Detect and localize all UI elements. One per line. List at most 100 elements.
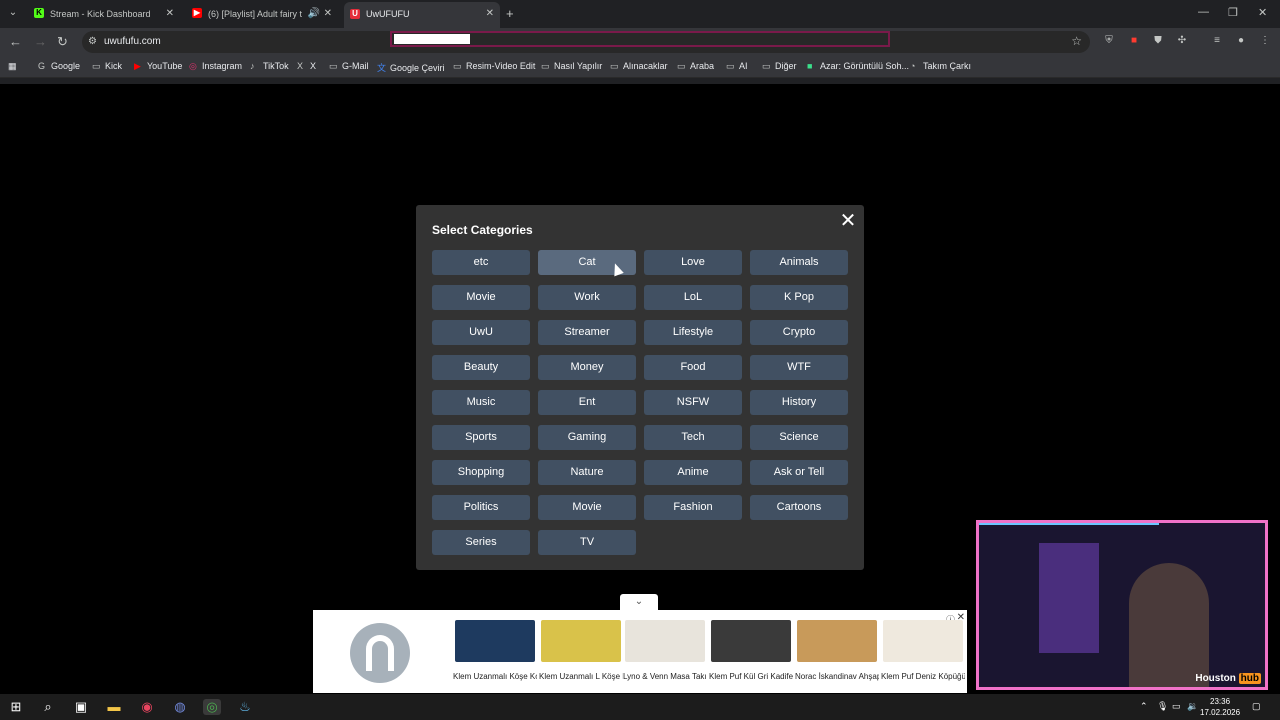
search-icon[interactable]: ⌕: [39, 699, 57, 715]
network-icon[interactable]: ▭: [1172, 701, 1181, 712]
bookmark-translate[interactable]: 文 Google Çeviri: [377, 61, 445, 74]
bookmark-youtube[interactable]: ▶ YouTube: [134, 61, 182, 72]
category-button-lifestyle[interactable]: Lifestyle: [644, 320, 742, 345]
bookmark-car[interactable]: ▭ Araba: [677, 61, 714, 72]
extension-red-icon[interactable]: ■: [1127, 34, 1141, 48]
volume-icon[interactable]: 🔉: [1187, 701, 1198, 712]
category-button-history[interactable]: History: [750, 390, 848, 415]
notification-icon[interactable]: ▢: [1252, 701, 1261, 712]
category-button-wtf[interactable]: WTF: [750, 355, 848, 380]
windows-start-icon[interactable]: ⊞: [7, 699, 25, 715]
category-button-series[interactable]: Series: [432, 530, 530, 555]
close-icon[interactable]: ✕: [166, 8, 174, 19]
category-button-tech[interactable]: Tech: [644, 425, 742, 450]
bookmark-x[interactable]: XX: [297, 61, 316, 71]
steam-icon[interactable]: ♨: [236, 699, 254, 715]
category-button-k-pop[interactable]: K Pop: [750, 285, 848, 310]
tab-youtube[interactable]: ▶ (6) [Playlist] Adult fairy tale 🔊 ✕: [186, 4, 338, 24]
task-view-icon[interactable]: ▣: [72, 699, 90, 715]
speaker-icon[interactable]: 🔊: [308, 8, 320, 19]
category-button-beauty[interactable]: Beauty: [432, 355, 530, 380]
back-icon[interactable]: ←: [9, 34, 22, 49]
product-name[interactable]: Klem Puf Kül Gri Kadife - M...: [709, 672, 793, 682]
window-close-icon[interactable]: ✕: [1258, 6, 1267, 19]
product-image[interactable]: [883, 620, 963, 662]
product-name[interactable]: Klem Puf Deniz Köpüğü Bukle...: [881, 672, 965, 682]
category-button-nature[interactable]: Nature: [538, 460, 636, 485]
advertiser-logo[interactable]: [350, 623, 410, 683]
bookmark-team-wheel[interactable]: ◔ Takım Çarkı: [910, 61, 971, 71]
bookmark-other[interactable]: ▭ Diğer: [762, 61, 797, 72]
category-button-uwu[interactable]: UwU: [432, 320, 530, 345]
clock[interactable]: 23:36 17.02.2026: [1200, 696, 1240, 718]
category-button-ent[interactable]: Ent: [538, 390, 636, 415]
product-image[interactable]: [625, 620, 705, 662]
bookmark-howto[interactable]: ▭ Nasıl Yapılır: [541, 61, 602, 72]
bookmark-shopping[interactable]: ▭ Alınacaklar: [610, 61, 668, 72]
product-name[interactable]: Norac İskandinav Ahşap Sifo...: [795, 672, 879, 682]
microphone-icon[interactable]: 🎙: [1157, 701, 1168, 712]
close-icon[interactable]: ✕: [486, 8, 494, 19]
category-button-money[interactable]: Money: [538, 355, 636, 380]
bookmark-gmail[interactable]: ▭ G-Mail: [329, 61, 369, 72]
site-info-icon[interactable]: ⚙: [88, 36, 97, 47]
category-button-food[interactable]: Food: [644, 355, 742, 380]
ad-product[interactable]: Klem Uzanmalı L Köşe Koltuk...: [539, 620, 623, 682]
obs-icon[interactable]: ◉: [138, 699, 156, 715]
category-button-politics[interactable]: Politics: [432, 495, 530, 520]
bookmark-google[interactable]: G Google: [38, 61, 80, 71]
new-tab-button[interactable]: +: [506, 6, 514, 21]
menu-dots-icon[interactable]: ⋮: [1258, 34, 1272, 48]
extension-shield-icon[interactable]: ⛨: [1102, 34, 1116, 48]
category-button-tv[interactable]: TV: [538, 530, 636, 555]
ad-product[interactable]: Klem Puf Kül Gri Kadife - M...: [709, 620, 793, 682]
tray-chevron-icon[interactable]: ⌃: [1140, 701, 1148, 712]
product-image[interactable]: [541, 620, 621, 662]
category-button-movie[interactable]: Movie: [432, 285, 530, 310]
category-button-etc[interactable]: etc: [432, 250, 530, 275]
tab-uwufufu[interactable]: U UwUFUFU ✕: [344, 2, 500, 28]
category-button-science[interactable]: Science: [750, 425, 848, 450]
chevron-down-icon[interactable]: ⌄: [620, 594, 658, 610]
close-icon[interactable]: ✕: [324, 8, 332, 19]
bookmark-edit[interactable]: ▭ Resim-Video Edit: [453, 61, 535, 72]
bookmark-instagram[interactable]: ◎ Instagram: [189, 61, 242, 72]
bookmark-kick[interactable]: ▭ Kick: [92, 61, 122, 72]
category-button-cartoons[interactable]: Cartoons: [750, 495, 848, 520]
product-image[interactable]: [711, 620, 791, 662]
file-explorer-icon[interactable]: ▬: [105, 699, 123, 714]
category-button-ask-or-tell[interactable]: Ask or Tell: [750, 460, 848, 485]
category-button-love[interactable]: Love: [644, 250, 742, 275]
category-button-music[interactable]: Music: [432, 390, 530, 415]
bookmark-tiktok[interactable]: ♪ TikTok: [250, 61, 289, 71]
product-image[interactable]: [797, 620, 877, 662]
product-name[interactable]: Klem Uzanmalı L Köşe Koltuk...: [539, 672, 623, 682]
restore-icon[interactable]: ❐: [1228, 6, 1238, 19]
tab-kick[interactable]: K Stream - Kick Dashboard ✕: [28, 4, 180, 24]
category-button-animals[interactable]: Animals: [750, 250, 848, 275]
minimize-icon[interactable]: —: [1198, 6, 1209, 18]
category-button-gaming[interactable]: Gaming: [538, 425, 636, 450]
category-button-lol[interactable]: LoL: [644, 285, 742, 310]
ad-product[interactable]: Lyno & Venn Masa Takımı Den...: [623, 620, 707, 682]
apps-grid-icon[interactable]: ▦: [8, 61, 17, 72]
forward-icon[interactable]: →: [34, 34, 47, 49]
media-control-icon[interactable]: ≡: [1210, 34, 1224, 48]
product-image[interactable]: [455, 620, 535, 662]
discord-icon[interactable]: ◍: [171, 699, 189, 715]
category-button-sports[interactable]: Sports: [432, 425, 530, 450]
category-button-anime[interactable]: Anime: [644, 460, 742, 485]
extensions-puzzle-icon[interactable]: ✣: [1175, 34, 1189, 48]
chrome-icon[interactable]: ◎: [203, 699, 221, 715]
ad-product[interactable]: Norac İskandinav Ahşap Sifo...: [795, 620, 879, 682]
bookmark-star-icon[interactable]: ☆: [1071, 34, 1082, 48]
ad-product[interactable]: Klem Uzanmalı Köşe Koltuk G...: [453, 620, 537, 682]
ad-product[interactable]: Klem Puf Deniz Köpüğü Bukle...: [881, 620, 965, 682]
bookmark-azar[interactable]: ■ Azar: Görüntülü Soh...: [807, 61, 909, 71]
category-button-shopping[interactable]: Shopping: [432, 460, 530, 485]
product-name[interactable]: Lyno & Venn Masa Takımı Den...: [623, 672, 707, 682]
ad-banner[interactable]: ⓘ ✕ Klem Uzanmalı Köşe Koltuk G...Klem U…: [313, 610, 967, 693]
category-button-work[interactable]: Work: [538, 285, 636, 310]
category-button-nsfw[interactable]: NSFW: [644, 390, 742, 415]
tab-search-icon[interactable]: ⌄: [6, 5, 20, 21]
